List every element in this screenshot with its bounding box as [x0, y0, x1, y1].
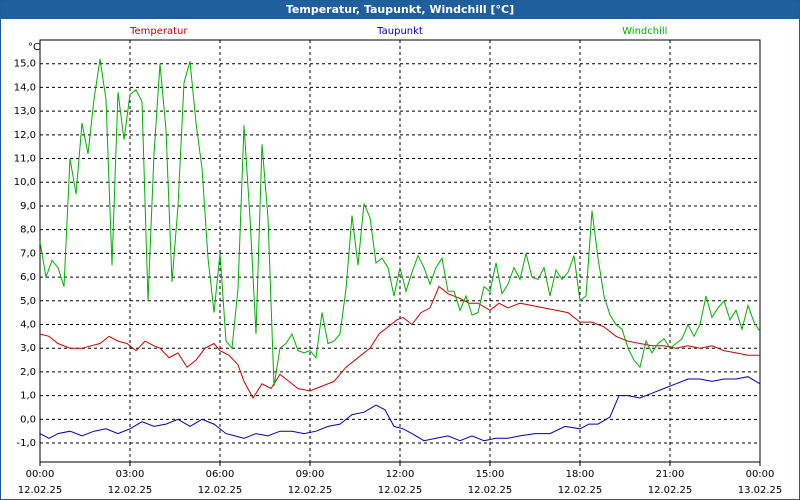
y-tick-label: 1,0	[20, 391, 36, 402]
x-tick-date: 12.02.25	[18, 485, 63, 496]
y-tick-label: 10,0	[14, 177, 36, 188]
x-tick-date: 12.02.25	[378, 485, 423, 496]
y-tick-label: 5,0	[20, 296, 36, 307]
x-tick-time: 21:00	[656, 469, 685, 480]
x-tick-time: 03:00	[116, 469, 145, 480]
x-tick-date: 13.02.25	[738, 485, 783, 496]
y-tick-label: 15,0	[14, 59, 36, 70]
y-axis-label: °C	[28, 42, 40, 53]
y-axis-tick-labels: -1,0 0,0 1,0 2,0 3,0 4,0 5,0 6,0 7,0 8,0 9,0 10,0 11…	[14, 59, 36, 449]
x-tick-date: 12.02.25	[558, 485, 603, 496]
y-tick-label: 14,0	[14, 82, 36, 93]
x-tick-time: 00:00	[746, 469, 775, 480]
x-tick-time: 12:00	[386, 469, 415, 480]
y-tick-label: -1,0	[16, 438, 36, 449]
y-tick-label: 3,0	[20, 343, 36, 354]
y-tick-label: 13,0	[14, 106, 36, 117]
y-tick-label: 0,0	[20, 414, 36, 425]
line-chart: -1,0 0,0 1,0 2,0 3,0 4,0 5,0 6,0 7,0 8,0 9,0 10,0 11…	[14, 26, 783, 496]
legend-item: Taupunkt	[376, 26, 423, 37]
x-tick-date: 12.02.25	[648, 485, 693, 496]
x-axis-tick-labels: 00:00 12.02.25 03:00 12.02.25 06:00 12.02.25 0…	[18, 469, 783, 496]
x-tick-time: 18:00	[566, 469, 595, 480]
x-tick-date: 12.02.25	[198, 485, 243, 496]
y-tick-label: 2,0	[20, 367, 36, 378]
x-tick-time: 06:00	[206, 469, 235, 480]
y-tick-label: 4,0	[20, 319, 36, 330]
legend-item: Temperatur	[129, 26, 188, 37]
x-tick-date: 12.02.25	[108, 485, 153, 496]
x-tick-time: 09:00	[296, 469, 325, 480]
y-tick-label: 8,0	[20, 225, 36, 236]
x-tick-time: 15:00	[476, 469, 505, 480]
y-tick-label: 9,0	[20, 201, 36, 212]
y-tick-label: 11,0	[14, 154, 36, 165]
y-tick-label: 6,0	[20, 272, 36, 283]
legend: Temperatur Taupunkt Windchill	[129, 26, 667, 37]
y-tick-label: 7,0	[20, 248, 36, 259]
x-tick-date: 12.02.25	[468, 485, 513, 496]
x-tick-time: 00:00	[26, 469, 55, 480]
y-tick-label: 12,0	[14, 130, 36, 141]
x-tick-date: 12.02.25	[288, 485, 333, 496]
legend-item: Windchill	[622, 26, 667, 37]
